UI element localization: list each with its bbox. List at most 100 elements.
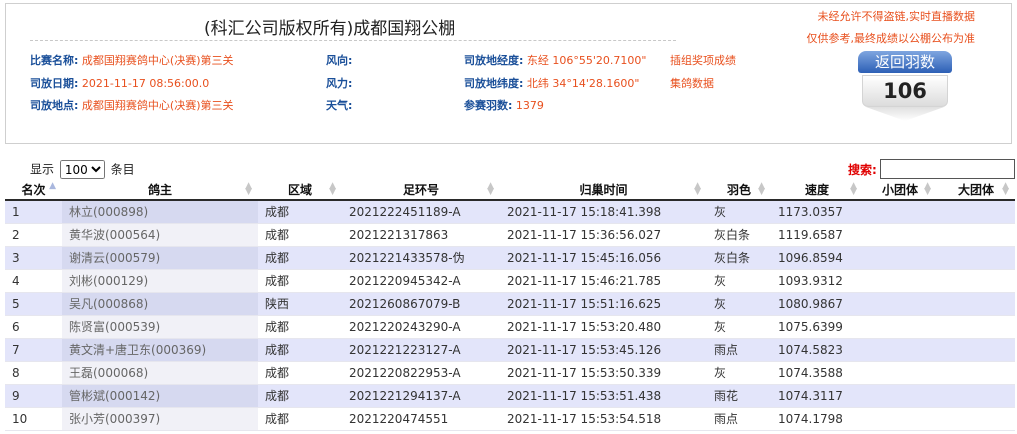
- col-header-arrival-time[interactable]: 归巢时间 ▲ ▼: [500, 180, 707, 201]
- notice-line-1: 未经允许不得盗链,实时直播数据: [817, 10, 976, 23]
- cell-owner: 黄华波(000564): [62, 223, 258, 246]
- cell-rank: 2: [5, 223, 62, 246]
- cell-rank: 6: [5, 315, 62, 338]
- group-results-link[interactable]: 插组奖项成绩: [670, 52, 736, 68]
- cell-large-group: [937, 361, 1015, 384]
- release-place-row: 司放地点: 成都国翔赛鸽中心(决赛)第三关: [30, 97, 234, 113]
- cell-large-group: [937, 269, 1015, 292]
- latitude-row: 司放地纬度: 北纬 34°14'28.1600": [464, 75, 639, 91]
- cell-small-group: [863, 407, 937, 430]
- col-header-owner[interactable]: 鸽主 ▲ ▼: [62, 180, 258, 201]
- cell-arrival-time: 2021-11-17 15:53:50.339: [500, 361, 707, 384]
- cell-region: 成都: [258, 338, 342, 361]
- cell-region: 成都: [258, 407, 342, 430]
- wind-direction-row: 风向:: [326, 52, 352, 68]
- table-row[interactable]: 7 黄文清+唐卫东(000369) 成都 2021221223127-A 202…: [5, 338, 1015, 361]
- cell-large-group: [937, 223, 1015, 246]
- col-header-large-group[interactable]: 大团体 ▲ ▼: [937, 180, 1015, 201]
- returned-count-badge[interactable]: 返回羽数 106: [856, 49, 954, 125]
- cell-color: 雨点: [707, 338, 771, 361]
- search-label: 搜索:: [848, 163, 877, 177]
- cell-owner: 张小芳(000397): [62, 407, 258, 430]
- show-prefix-label: 显示: [30, 162, 55, 177]
- cell-small-group: [863, 269, 937, 292]
- page-size-select[interactable]: 100: [59, 160, 105, 179]
- col-header-ring-number[interactable]: 足环号 ▲ ▼: [342, 180, 500, 201]
- cell-owner: 林立(000898): [62, 200, 258, 223]
- table-row[interactable]: 3 谢清云(000579) 成都 2021221433578-伪 2021-11…: [5, 246, 1015, 269]
- cell-ring-number: 2021220474551: [342, 407, 500, 430]
- cell-speed: 1074.5823: [771, 338, 863, 361]
- cell-small-group: [863, 246, 937, 269]
- page-title: (科汇公司版权所有)成都国翔公棚: [204, 19, 456, 39]
- cell-speed: 1080.9867: [771, 292, 863, 315]
- cell-owner: 王磊(000068): [62, 361, 258, 384]
- table-row[interactable]: 1 林立(000898) 成都 2021222451189-A 2021-11-…: [5, 200, 1015, 223]
- cell-owner: 刘彬(000129): [62, 269, 258, 292]
- cell-arrival-time: 2021-11-17 15:53:51.438: [500, 384, 707, 407]
- cell-region: 成都: [258, 223, 342, 246]
- cell-small-group: [863, 223, 937, 246]
- cell-large-group: [937, 315, 1015, 338]
- sort-icon: ▲ ▼: [329, 181, 336, 197]
- wind-direction-label: 风向:: [326, 54, 353, 67]
- table-row[interactable]: 2 黄华波(000564) 成都 2021221317863 2021-11-1…: [5, 223, 1015, 246]
- col-header-rank[interactable]: 名次 ▲: [5, 180, 62, 201]
- cell-arrival-time: 2021-11-17 15:51:16.625: [500, 292, 707, 315]
- cell-region: 成都: [258, 315, 342, 338]
- col-header-small-group[interactable]: 小团体 ▲ ▼: [863, 180, 937, 201]
- returned-count-label: 返回羽数: [858, 51, 952, 73]
- sort-asc-icon: ▲: [49, 181, 56, 191]
- cell-speed: 1093.9312: [771, 269, 863, 292]
- cell-rank: 3: [5, 246, 62, 269]
- col-header-speed[interactable]: 速度 ▲ ▼: [771, 180, 863, 201]
- cell-region: 成都: [258, 384, 342, 407]
- returned-count-value: 106: [862, 75, 948, 107]
- cell-region: 成都: [258, 200, 342, 223]
- show-suffix-label: 条目: [110, 162, 135, 177]
- cell-color: 灰: [707, 315, 771, 338]
- table-row[interactable]: 5 吴凡(000868) 陕西 2021260867079-B 2021-11-…: [5, 292, 1015, 315]
- cell-color: 灰: [707, 292, 771, 315]
- cell-large-group: [937, 246, 1015, 269]
- col-header-color[interactable]: 羽色 ▲ ▼: [707, 180, 771, 201]
- cell-color: 雨点: [707, 407, 771, 430]
- table-row[interactable]: 4 刘彬(000129) 成都 2021220945342-A 2021-11-…: [5, 269, 1015, 292]
- cell-arrival-time: 2021-11-17 15:45:16.056: [500, 246, 707, 269]
- results-table: 名次 ▲ 鸽主 ▲ ▼ 区域 ▲ ▼ 足环号 ▲ ▼ 归巢时间 ▲ ▼ 羽色 ▲ ▼ 速度 ▲ ▼ 小团体…: [5, 180, 1015, 431]
- table-row[interactable]: 8 王磊(000068) 成都 2021220822953-A 2021-11-…: [5, 361, 1015, 384]
- search-input[interactable]: [880, 159, 1015, 179]
- pigeon-data-link[interactable]: 集鸽数据: [670, 75, 714, 91]
- table-row[interactable]: 9 管彬斌(000142) 成都 2021221294137-A 2021-11…: [5, 384, 1015, 407]
- cell-ring-number: 2021221223127-A: [342, 338, 500, 361]
- cell-arrival-time: 2021-11-17 15:53:20.480: [500, 315, 707, 338]
- wind-force-label: 风力:: [326, 77, 353, 90]
- cell-speed: 1074.3117: [771, 384, 863, 407]
- race-info-panel: (科汇公司版权所有)成都国翔公棚 未经允许不得盗链,实时直播数据 仅供参考,最终…: [5, 3, 1012, 144]
- cell-rank: 1: [5, 200, 62, 223]
- cell-ring-number: 2021222451189-A: [342, 200, 500, 223]
- sort-icon: ▲ ▼: [924, 181, 931, 197]
- weather-label: 天气:: [326, 99, 353, 112]
- title-divider: [30, 40, 676, 41]
- cell-speed: 1119.6587: [771, 223, 863, 246]
- table-row[interactable]: 6 陈贤富(000539) 成都 2021220243290-A 2021-11…: [5, 315, 1015, 338]
- cell-rank: 4: [5, 269, 62, 292]
- cell-region: 成都: [258, 246, 342, 269]
- release-place-value: 成都国翔赛鸽中心(决赛)第三关: [81, 99, 234, 112]
- longitude-label: 司放地经度:: [464, 54, 524, 67]
- wind-force-row: 风力:: [326, 75, 352, 91]
- col-header-region[interactable]: 区域 ▲ ▼: [258, 180, 342, 201]
- cell-region: 陕西: [258, 292, 342, 315]
- cell-owner: 黄文清+唐卫东(000369): [62, 338, 258, 361]
- cell-large-group: [937, 384, 1015, 407]
- cell-large-group: [937, 292, 1015, 315]
- cell-arrival-time: 2021-11-17 15:53:54.518: [500, 407, 707, 430]
- cell-arrival-time: 2021-11-17 15:46:21.785: [500, 269, 707, 292]
- latitude-label: 司放地纬度:: [464, 77, 524, 90]
- cell-owner: 管彬斌(000142): [62, 384, 258, 407]
- cell-large-group: [937, 407, 1015, 430]
- table-row[interactable]: 10 张小芳(000397) 成都 2021220474551 2021-11-…: [5, 407, 1015, 430]
- cell-owner: 吴凡(000868): [62, 292, 258, 315]
- cell-region: 成都: [258, 269, 342, 292]
